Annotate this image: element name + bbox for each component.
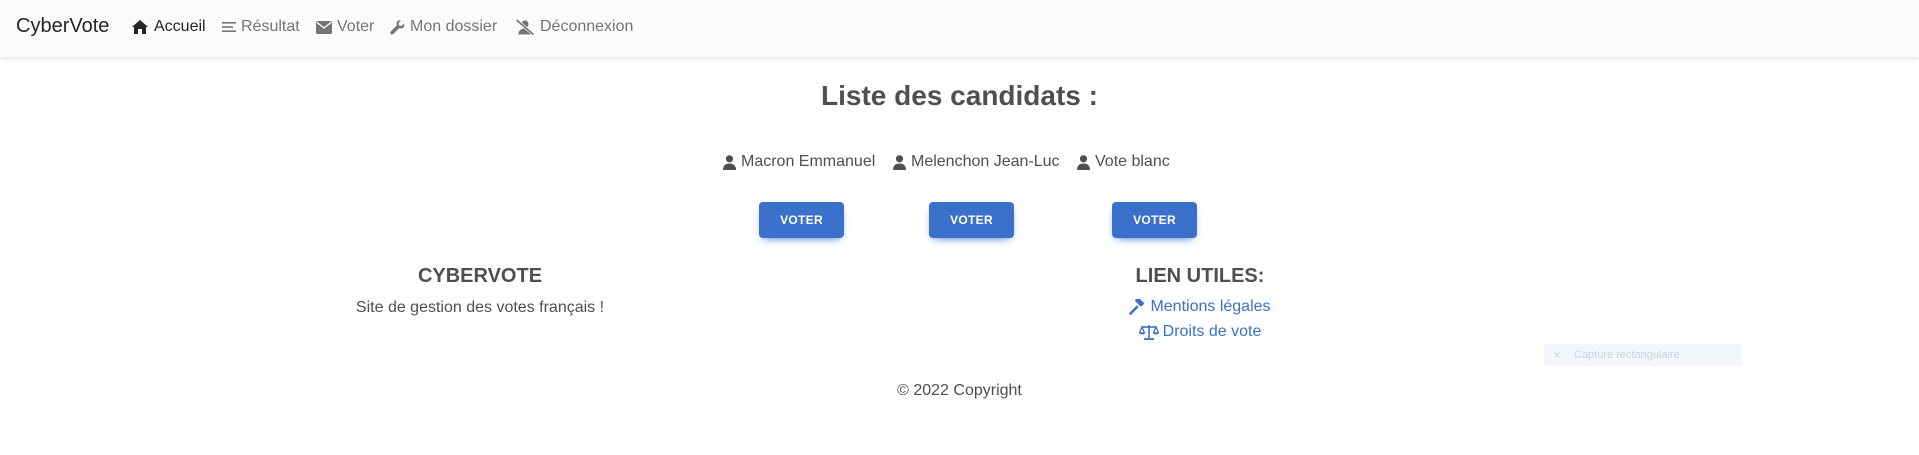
footer-links-heading: LIEN UTILES:: [1135, 265, 1265, 287]
user-slash-icon: [515, 19, 535, 35]
home-icon: [132, 20, 148, 34]
footer-about-text: Site de gestion des votes français !: [355, 299, 605, 316]
brand-logo[interactable]: CyberVote: [16, 15, 109, 38]
candidate-item: Vote blanc: [1077, 153, 1170, 171]
list-icon: [222, 22, 236, 32]
candidate-item: Melenchon Jean-Luc: [893, 153, 1060, 171]
capture-overlay-label: Capture rectangulaire: [1574, 349, 1680, 361]
nav-item-resultat[interactable]: Résultat: [222, 18, 300, 36]
vote-button-melenchon[interactable]: VOTER: [929, 202, 1014, 238]
link-label: Mentions légales: [1150, 298, 1271, 315]
navbar: CyberVote Accueil Résultat Voter Mon dos…: [0, 0, 1919, 57]
close-icon[interactable]: ×: [1550, 348, 1564, 362]
footer-about: CYBERVOTE Site de gestion des votes fran…: [330, 265, 630, 317]
footer-about-heading: CYBERVOTE: [417, 265, 543, 287]
gavel-icon: [1129, 299, 1145, 315]
scale-icon: [1138, 325, 1159, 340]
candidate-name: Macron Emmanuel: [741, 153, 876, 170]
candidate-item: Macron Emmanuel: [723, 153, 875, 171]
envelope-icon: [316, 20, 332, 34]
nav-item-voter[interactable]: Voter: [316, 18, 374, 36]
user-icon: [893, 154, 906, 170]
candidate-name: Melenchon Jean-Luc: [911, 153, 1060, 170]
nav-item-label: Résultat: [241, 18, 300, 35]
nav-item-label: Déconnexion: [540, 18, 634, 35]
nav-item-mon-dossier[interactable]: Mon dossier: [390, 18, 497, 36]
nav-item-label: Voter: [337, 18, 375, 35]
user-icon: [1077, 154, 1090, 170]
footer-links: LIEN UTILES: Mentions légales Droits de …: [1050, 265, 1350, 341]
wrench-icon: [390, 19, 405, 35]
vote-button-macron[interactable]: VOTER: [759, 202, 844, 238]
nav-item-accueil[interactable]: Accueil: [131, 18, 206, 36]
link-label: Droits de vote: [1162, 323, 1262, 340]
capture-overlay[interactable]: × Capture rectangulaire: [1544, 344, 1742, 366]
candidate-name: Vote blanc: [1095, 153, 1170, 170]
link-mentions-legales[interactable]: Mentions légales: [1050, 298, 1350, 316]
page-title: Liste des candidats :: [821, 80, 1098, 111]
copyright-text: © 2022 Copyright: [897, 382, 1022, 399]
nav-item-deconnexion[interactable]: Déconnexion: [515, 18, 633, 36]
link-droits-de-vote[interactable]: Droits de vote: [1050, 323, 1350, 341]
nav-item-label: Mon dossier: [410, 18, 498, 35]
nav-item-label: Accueil: [154, 18, 206, 35]
vote-button-vote-blanc[interactable]: VOTER: [1112, 202, 1197, 238]
user-icon: [723, 154, 736, 170]
